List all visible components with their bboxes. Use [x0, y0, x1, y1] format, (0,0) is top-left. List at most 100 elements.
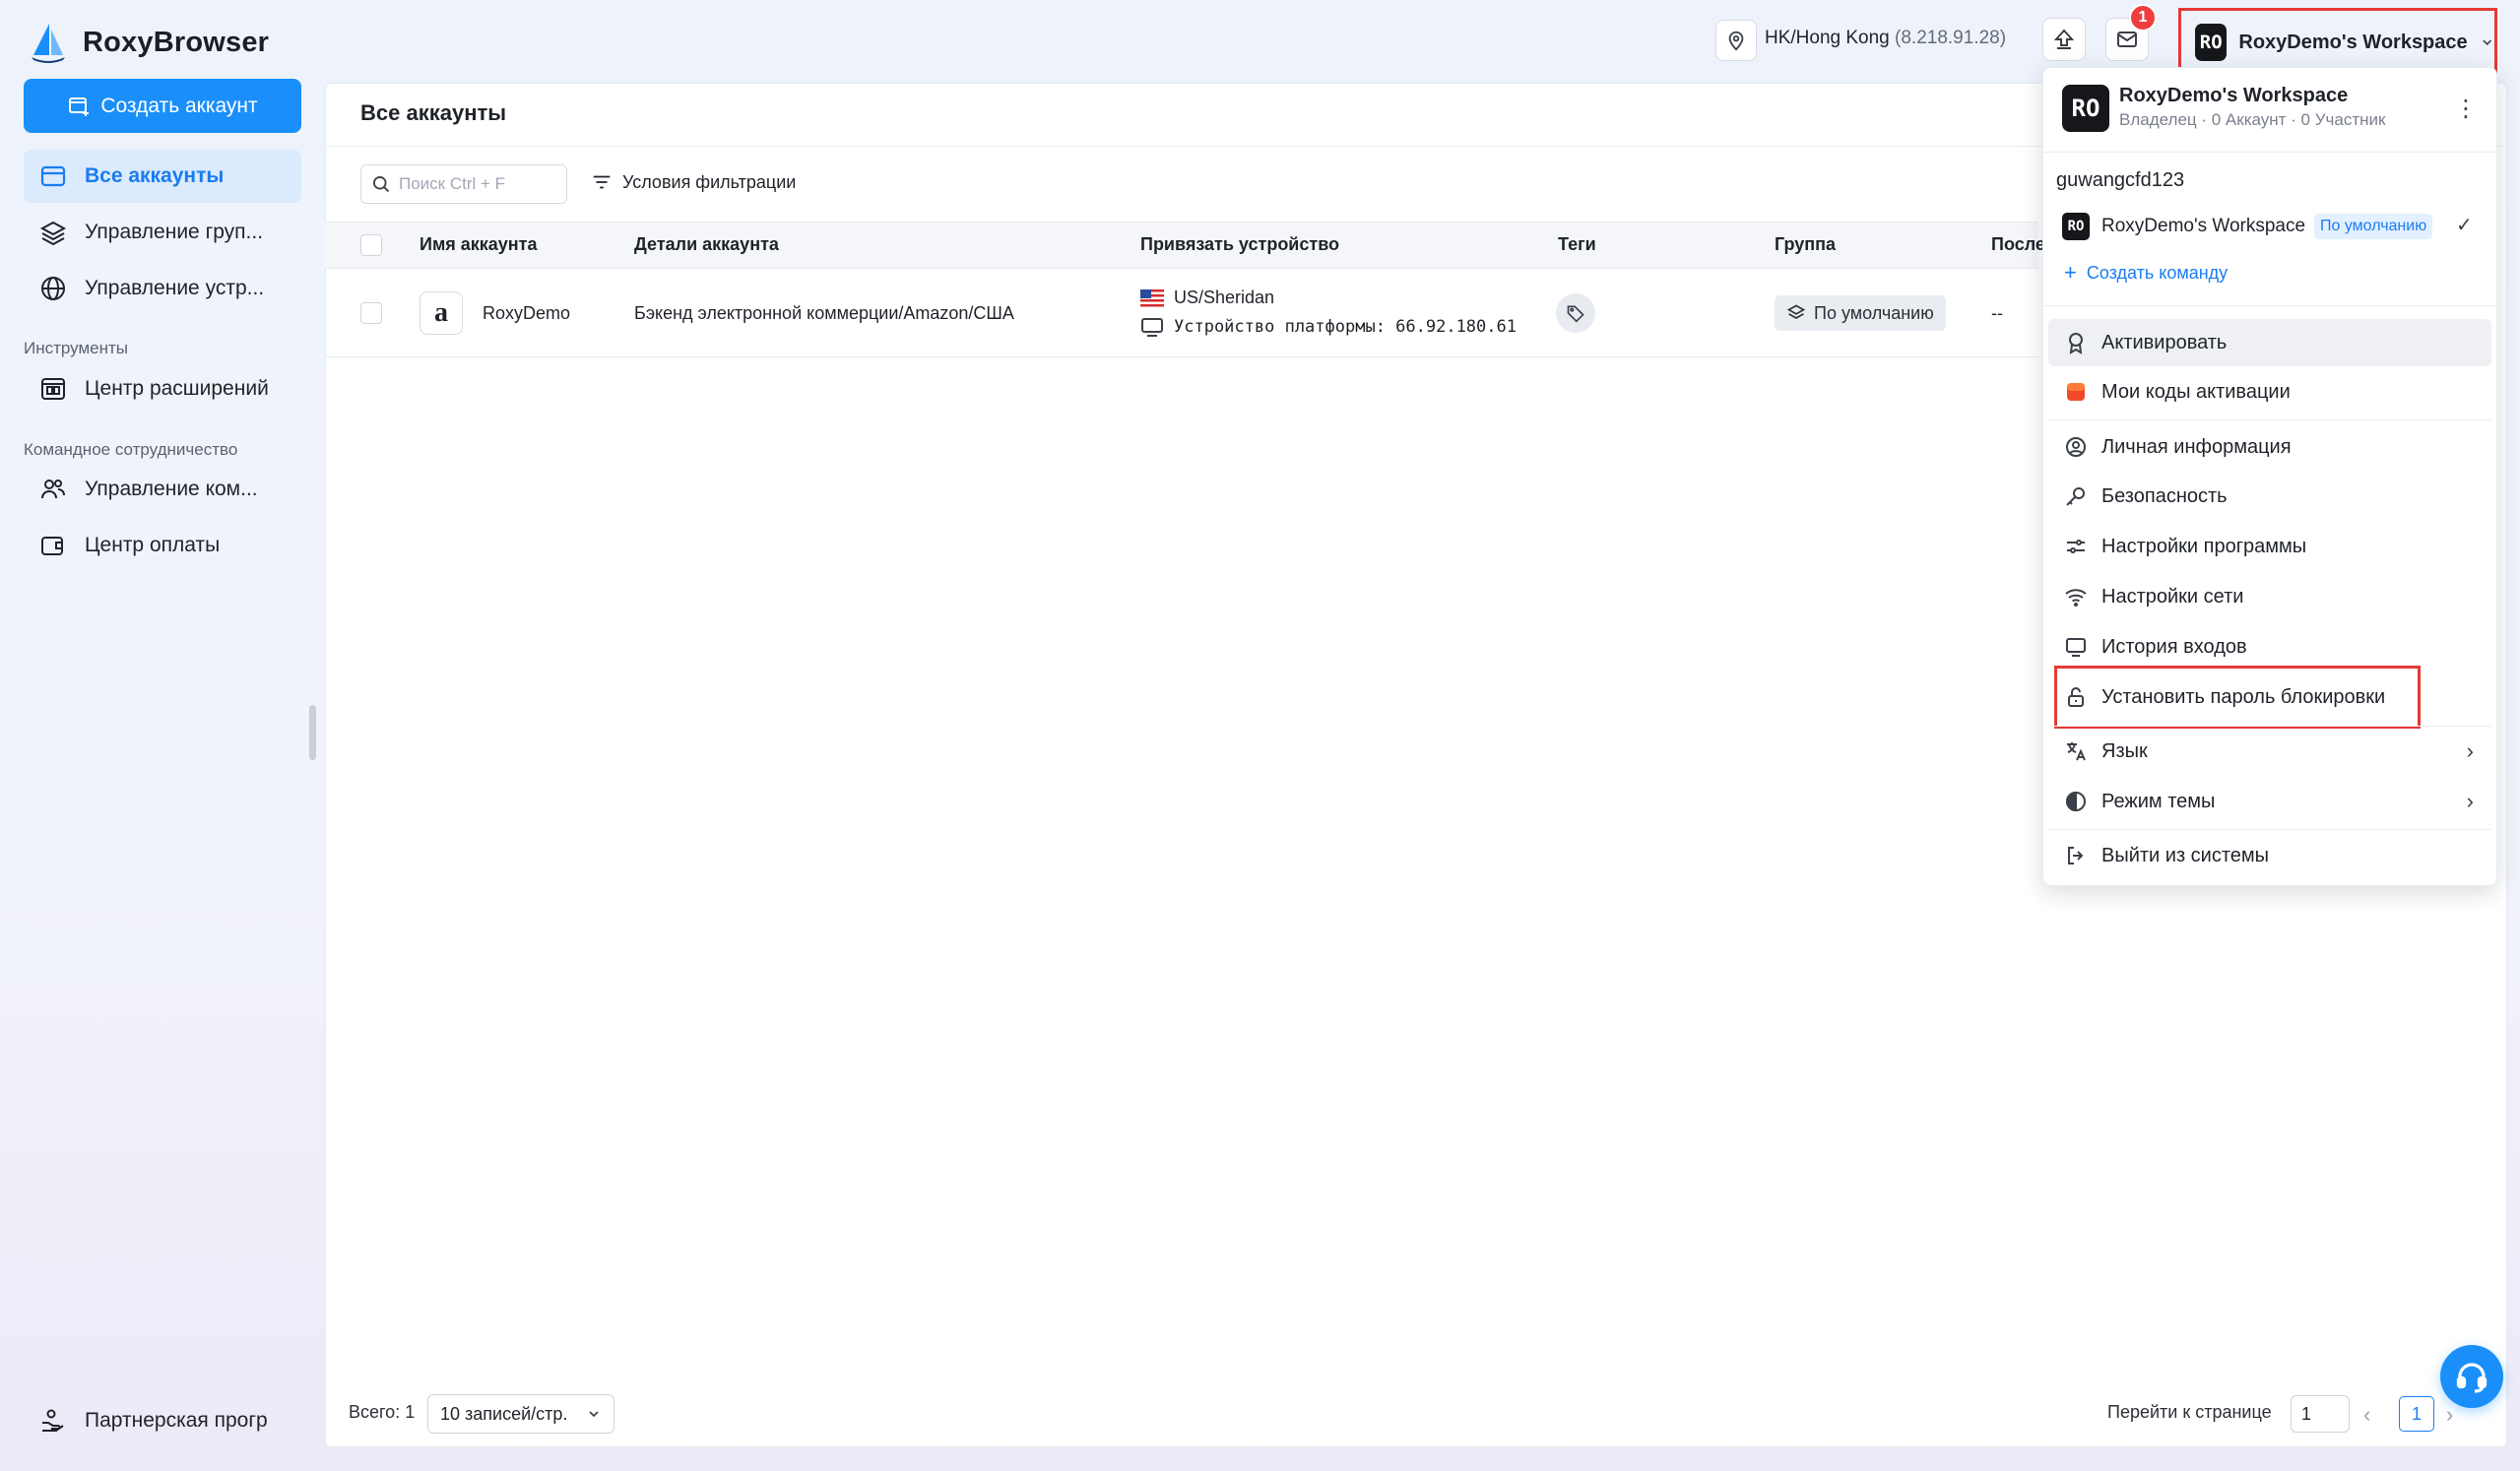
amazon-logo-icon: a [420, 291, 463, 335]
key-icon [2066, 487, 2085, 506]
location-button[interactable] [1715, 20, 1757, 61]
add-window-icon [69, 96, 90, 116]
menu-item-app-settings[interactable]: Настройки программы [2048, 523, 2491, 570]
users-icon [41, 480, 65, 499]
sidebar-item-label: Управление груп... [85, 221, 264, 243]
team-avatar: RO [2062, 213, 2090, 240]
sidebar-item-all-accounts[interactable]: Все аккаунты [24, 150, 301, 203]
add-tag-button[interactable] [1556, 293, 1595, 333]
account-name[interactable]: RoxyDemo [483, 303, 570, 324]
sidebar-item-label: Центр расширений [85, 377, 269, 400]
sidebar-item-billing[interactable]: Центр оплаты [24, 519, 301, 572]
page-size-value: 10 записей/стр. [440, 1403, 568, 1424]
page-number-1[interactable]: 1 [2399, 1396, 2434, 1432]
column-last: После [1991, 234, 2045, 254]
account-details: Бэкенд электронной коммерции/Amazon/США [634, 303, 1014, 323]
menu-item-theme-mode[interactable]: Режим темы › [2048, 778, 2491, 825]
sidebar-item-partner[interactable]: Партнерская прогр [24, 1394, 301, 1447]
group-chip: По умолчанию [1775, 295, 1946, 331]
location-region: HK/Hong Kong [1765, 28, 1890, 48]
page-size-select[interactable]: 10 записей/стр. [427, 1394, 614, 1434]
menu-item-label: Выйти из системы [2101, 844, 2270, 866]
prev-page-icon[interactable]: ‹ [2363, 1402, 2370, 1428]
menu-item-label: Активировать [2101, 331, 2228, 353]
monitor-icon [2066, 638, 2086, 657]
create-team-link[interactable]: + Создать команду [2064, 260, 2228, 286]
layers-icon [39, 221, 67, 246]
row-checkbox[interactable] [360, 302, 382, 324]
chevron-right-icon: › [2466, 738, 2474, 763]
menu-divider [2042, 152, 2497, 153]
menu-item-label: Режим темы [2101, 790, 2216, 812]
menu-item-network-settings[interactable]: Настройки сети [2048, 573, 2491, 620]
extensions-icon [41, 378, 65, 400]
goto-page-input[interactable]: 1 [2291, 1395, 2350, 1433]
plus-icon: + [2064, 260, 2077, 285]
upload-icon [2053, 29, 2075, 49]
theme-icon [2066, 791, 2086, 812]
sidebar-scrollbar[interactable] [309, 705, 316, 760]
more-options-icon[interactable]: ⋮ [2454, 95, 2478, 123]
device-location: US/Sheridan [1140, 288, 1274, 308]
menu-item-security[interactable]: Безопасность [2048, 473, 2491, 520]
menu-item-activation-codes[interactable]: Мои коды активации [2048, 368, 2491, 416]
column-bind-device: Привязать устройство [1140, 234, 1340, 254]
menu-item-label: Безопасность [2101, 484, 2228, 507]
menu-item-login-history[interactable]: История входов [2048, 623, 2491, 671]
monitor-icon [1141, 318, 1163, 337]
menu-divider [2048, 829, 2491, 830]
award-icon [2069, 333, 2083, 354]
sidebar-item-devices[interactable]: Управление устр... [24, 262, 301, 315]
menu-divider [2048, 419, 2491, 420]
window-icon [40, 165, 66, 187]
device-platform-text: Устройство платформы: 66.92.180.61 [1174, 317, 1517, 337]
mail-icon [2117, 32, 2137, 47]
menu-item-activate[interactable]: Активировать [2048, 319, 2491, 366]
group-chip-label: По умолчанию [1814, 302, 1934, 323]
support-button[interactable] [2440, 1345, 2503, 1408]
upload-button[interactable] [2042, 18, 2086, 61]
menu-item-personal-info[interactable]: Личная информация [2048, 423, 2491, 471]
create-account-label: Создать аккаунт [100, 94, 258, 117]
default-badge: По умолчанию [2314, 214, 2433, 239]
logout-icon [2068, 847, 2084, 864]
wifi-icon [2065, 589, 2087, 607]
sidebar-item-label: Центр оплаты [85, 534, 221, 556]
device-platform: Устройство платформы: 66.92.180.61 [1140, 317, 1517, 337]
device-location-text: US/Sheridan [1174, 288, 1275, 307]
search-icon [373, 176, 390, 193]
menu-item-label: Мои коды активации [2101, 380, 2291, 403]
menu-item-logout[interactable]: Выйти из системы [2048, 832, 2491, 879]
sidebar-item-team-management[interactable]: Управление ком... [24, 463, 301, 516]
search-input[interactable]: Поиск Ctrl + F [360, 164, 567, 204]
team-section-title: Командное сотрудничество [24, 440, 238, 459]
select-all-checkbox[interactable] [360, 234, 382, 256]
location-text: HK/Hong Kong (8.218.91.28) [1765, 28, 2006, 49]
chevron-down-icon [2482, 39, 2491, 46]
sidebar-item-groups[interactable]: Управление груп... [24, 206, 301, 259]
location-ip: (8.218.91.28) [1895, 28, 2007, 48]
highlight-box [2054, 666, 2421, 729]
workspace-avatar: RO [2195, 24, 2228, 61]
filter-button[interactable]: Условия фильтрации [591, 171, 796, 193]
next-page-icon[interactable]: › [2446, 1402, 2453, 1428]
filter-icon [593, 175, 611, 189]
chevron-down-icon [589, 1411, 599, 1418]
create-account-button[interactable]: Создать аккаунт [24, 79, 301, 133]
red-code-icon [2067, 383, 2085, 401]
check-icon: ✓ [2456, 215, 2473, 236]
create-team-label: Создать команду [2086, 262, 2229, 283]
user-circle-icon [2066, 437, 2086, 457]
team-name[interactable]: RoxyDemo's Workspace [2101, 216, 2305, 237]
sidebar-item-extensions[interactable]: Центр расширений [24, 362, 301, 416]
menu-item-label: История входов [2101, 635, 2247, 658]
sailboat-logo-icon [32, 24, 65, 63]
menu-item-label: Настройки программы [2101, 535, 2307, 557]
last-value: -- [1991, 303, 2003, 323]
menu-item-label: Личная информация [2101, 435, 2292, 458]
menu-item-language[interactable]: Язык › [2048, 728, 2491, 775]
menu-divider [2042, 305, 2497, 306]
tag-icon [1567, 305, 1584, 323]
sidebar-item-label: Все аккаунты [85, 164, 225, 187]
menu-item-label: Настройки сети [2101, 585, 2244, 608]
